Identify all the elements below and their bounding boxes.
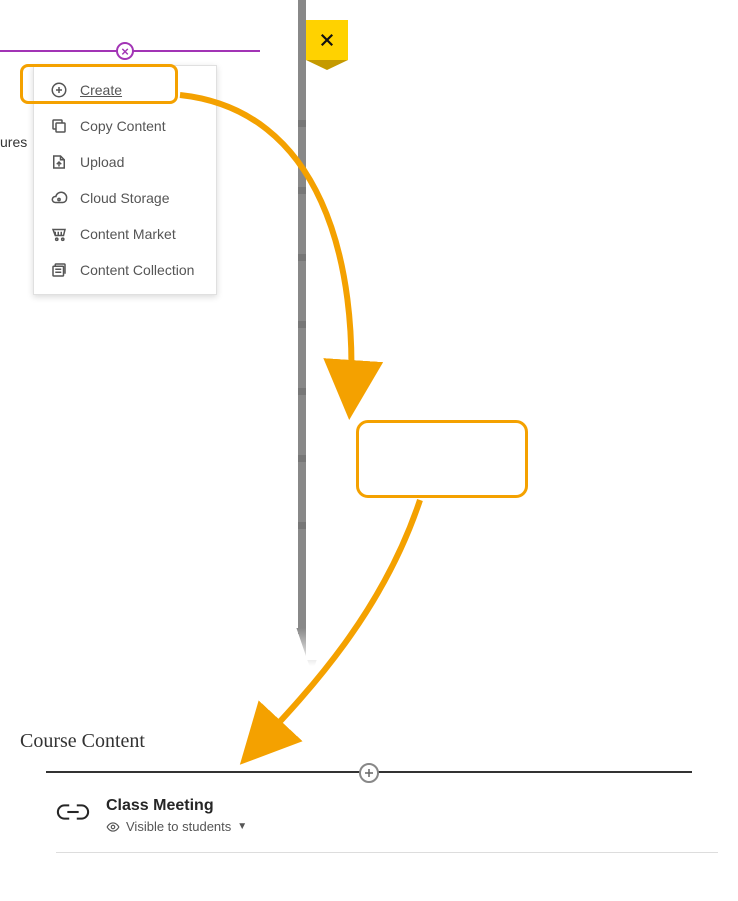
plus-circle-icon: [50, 81, 68, 99]
menu-item-create[interactable]: Create: [34, 72, 216, 108]
close-icon: [318, 31, 336, 49]
menu-label: Content Collection: [80, 262, 194, 278]
menu-label: Copy Content: [80, 118, 166, 134]
visibility-label: Visible to students: [126, 819, 231, 834]
copy-icon: [50, 117, 68, 135]
menu-label: Content Market: [80, 226, 176, 242]
collection-icon: [50, 261, 68, 279]
menu-item-content-market[interactable]: Content Market: [34, 216, 216, 252]
add-content-menu: Create Copy Content Upload Cloud Storage…: [33, 65, 217, 295]
cloud-icon: [50, 189, 68, 207]
menu-item-copy-content[interactable]: Copy Content: [34, 108, 216, 144]
link-icon: [56, 799, 90, 825]
upload-icon: [50, 153, 68, 171]
menu-item-content-collection[interactable]: Content Collection: [34, 252, 216, 288]
eye-icon: [106, 820, 120, 834]
menu-label: Upload: [80, 154, 124, 170]
menu-label: Cloud Storage: [80, 190, 170, 206]
menu-item-upload[interactable]: Upload: [34, 144, 216, 180]
close-panel-button[interactable]: [306, 20, 348, 60]
truncated-sidebar-text: ures: [0, 134, 30, 150]
add-content-button[interactable]: [359, 763, 379, 783]
menu-label: Create: [80, 82, 122, 98]
insert-close-badge[interactable]: ×: [116, 42, 134, 60]
course-content-section: Course Content Class Meeting Visible to …: [20, 730, 718, 853]
plus-icon: [363, 767, 375, 779]
caret-down-icon: ▼: [237, 821, 247, 832]
cart-icon: [50, 225, 68, 243]
course-content-divider: [46, 771, 692, 773]
create-item-panel: [306, 0, 738, 660]
content-row-class-meeting[interactable]: Class Meeting Visible to students ▼: [56, 797, 718, 853]
visibility-selector[interactable]: Visible to students ▼: [106, 819, 247, 834]
menu-item-cloud-storage[interactable]: Cloud Storage: [34, 180, 216, 216]
content-row-title: Class Meeting: [106, 797, 247, 815]
